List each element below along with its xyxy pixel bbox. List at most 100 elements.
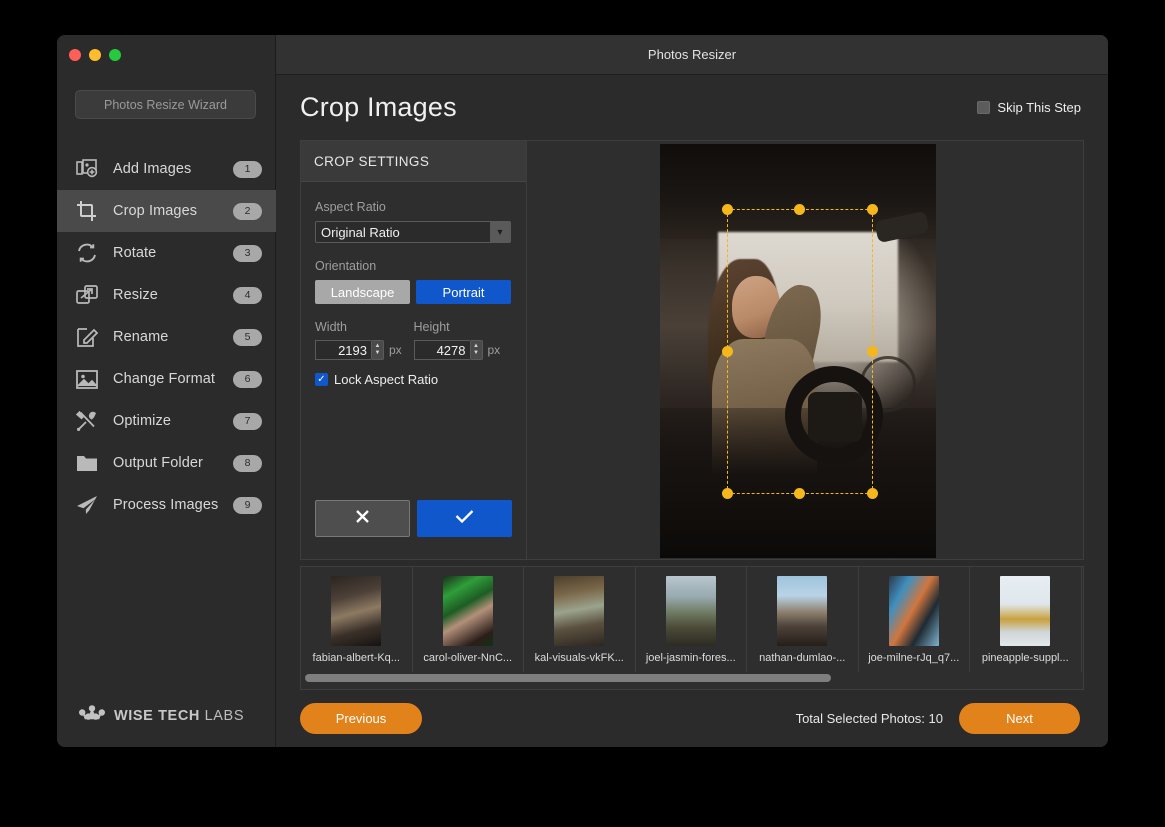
content-row: CROP SETTINGS Aspect Ratio Original Rati… — [300, 140, 1084, 560]
sidebar-item-label: Rotate — [113, 245, 233, 261]
orientation-portrait-button[interactable]: Portrait — [416, 280, 511, 304]
orientation-toggle-group: Landscape Portrait — [315, 280, 512, 304]
lock-aspect-ratio-control[interactable]: ✓ Lock Aspect Ratio — [315, 372, 512, 387]
thumbnail-strip: fabian-albert-Kq... carol-oliver-NnC... … — [300, 566, 1084, 690]
stepper-up-icon[interactable]: ▲ — [375, 344, 381, 349]
total-selected-photos-label: Total Selected Photos: 10 — [796, 711, 943, 726]
thumbnail-image — [443, 576, 493, 646]
check-icon — [455, 509, 474, 529]
thumbnail-image — [777, 576, 827, 646]
width-group: 2193 ▲▼ px — [315, 340, 414, 360]
height-label: Height — [414, 320, 513, 334]
page-title: Crop Images — [300, 92, 457, 123]
crop-settings-panel: CROP SETTINGS Aspect Ratio Original Rati… — [301, 141, 527, 559]
window-titlebar: Photos Resizer — [276, 35, 1108, 75]
thumbnail-item[interactable]: joe-milne-rJq_q7... — [859, 567, 971, 672]
rotate-icon — [72, 240, 102, 266]
sidebar-item-output-folder[interactable]: Output Folder 8 — [57, 442, 276, 484]
resize-icon — [72, 282, 102, 308]
previous-button[interactable]: Previous — [300, 703, 422, 734]
crop-icon — [72, 198, 102, 224]
thumbnail-image — [889, 576, 939, 646]
sidebar-item-badge: 9 — [233, 497, 262, 514]
thumbnail-filename: joe-milne-rJq_q7... — [868, 652, 959, 664]
thumbnail-image — [666, 576, 716, 646]
skip-this-step-label: Skip This Step — [997, 100, 1081, 115]
thumbnail-filename: carol-oliver-NnC... — [423, 652, 512, 664]
skip-this-step-checkbox[interactable] — [977, 101, 990, 114]
lock-aspect-ratio-label: Lock Aspect Ratio — [334, 372, 438, 387]
crop-settings-body: Aspect Ratio Original Ratio ▼ Orientatio… — [301, 182, 526, 387]
sidebar-item-crop-images[interactable]: Crop Images 2 — [57, 190, 276, 232]
crop-action-buttons — [301, 500, 526, 559]
cancel-crop-button[interactable] — [315, 500, 410, 537]
height-group: 4278 ▲▼ px — [414, 340, 513, 360]
image-preview-pane[interactable] — [527, 141, 1083, 559]
apply-crop-button[interactable] — [417, 500, 512, 537]
chevron-down-icon[interactable]: ▼ — [490, 222, 510, 242]
sidebar-nav: Add Images 1 Crop Images 2 — [57, 148, 276, 526]
dimension-inputs: 2193 ▲▼ px 4278 ▲▼ px — [315, 340, 512, 360]
lock-aspect-ratio-checkbox[interactable]: ✓ — [315, 373, 328, 386]
thumbnail-item[interactable]: fabian-albert-Kq... — [301, 567, 413, 672]
minimize-window-button[interactable] — [89, 49, 101, 61]
maximize-window-button[interactable] — [109, 49, 121, 61]
width-input[interactable]: 2193 — [315, 340, 371, 360]
sidebar-item-badge: 7 — [233, 413, 262, 430]
brand-text: WISE TECH LABS — [114, 708, 244, 724]
stepper-up-icon[interactable]: ▲ — [473, 344, 479, 349]
height-input[interactable]: 4278 — [414, 340, 470, 360]
width-stepper[interactable]: ▲▼ — [371, 340, 384, 360]
main-panel: Photos Resizer Crop Images Skip This Ste… — [276, 35, 1108, 747]
height-unit: px — [488, 343, 501, 357]
brand-logo: WISE TECH LABS — [79, 704, 244, 727]
next-button[interactable]: Next — [959, 703, 1080, 734]
sidebar-item-resize[interactable]: Resize 4 — [57, 274, 276, 316]
sidebar-item-badge: 5 — [233, 329, 262, 346]
window-controls — [69, 49, 121, 61]
sidebar-item-add-images[interactable]: Add Images 1 — [57, 148, 276, 190]
photos-resize-wizard-button[interactable]: Photos Resize Wizard — [75, 90, 256, 119]
sidebar-item-change-format[interactable]: Change Format 6 — [57, 358, 276, 400]
thumbnail-filename: joel-jasmin-fores... — [646, 652, 736, 664]
sidebar-item-label: Optimize — [113, 413, 233, 429]
sidebar-item-label: Process Images — [113, 497, 233, 513]
skip-this-step-control[interactable]: Skip This Step — [977, 100, 1081, 115]
thumbnail-item[interactable]: pineapple-suppl... — [970, 567, 1082, 672]
preview-image — [660, 144, 936, 558]
thumbnail-item[interactable]: joel-jasmin-fores... — [636, 567, 748, 672]
wizard-button-label: Photos Resize Wizard — [104, 98, 227, 112]
thumbnail-item[interactable]: nathan-dumlao-... — [747, 567, 859, 672]
crop-settings-title: CROP SETTINGS — [301, 141, 526, 182]
stepper-down-icon[interactable]: ▼ — [473, 351, 479, 356]
rename-icon — [72, 324, 102, 350]
height-stepper[interactable]: ▲▼ — [470, 340, 483, 360]
sidebar-item-optimize[interactable]: Optimize 7 — [57, 400, 276, 442]
orientation-landscape-button[interactable]: Landscape — [315, 280, 410, 304]
page-header: Crop Images Skip This Step — [276, 75, 1108, 140]
thumbnail-image — [554, 576, 604, 646]
thumbnail-filename: pineapple-suppl... — [982, 652, 1069, 664]
sidebar-item-label: Resize — [113, 287, 233, 303]
orientation-label: Orientation — [315, 259, 512, 273]
wise-tech-labs-logo — [79, 704, 105, 727]
stepper-down-icon[interactable]: ▼ — [375, 351, 381, 356]
thumbnail-image — [1000, 576, 1050, 646]
aspect-ratio-select[interactable]: Original Ratio ▼ — [315, 221, 511, 243]
thumbnail-scrollbar-track[interactable] — [301, 672, 1083, 684]
app-title: Photos Resizer — [648, 47, 736, 62]
sidebar-item-rotate[interactable]: Rotate 3 — [57, 232, 276, 274]
sidebar-item-badge: 8 — [233, 455, 262, 472]
thumbnail-item[interactable]: carol-oliver-NnC... — [413, 567, 525, 672]
sidebar-item-label: Rename — [113, 329, 233, 345]
aspect-ratio-label: Aspect Ratio — [315, 200, 512, 214]
width-unit: px — [389, 343, 402, 357]
thumbnail-scrollbar-thumb[interactable] — [305, 674, 831, 682]
close-window-button[interactable] — [69, 49, 81, 61]
sidebar-item-badge: 1 — [233, 161, 262, 178]
sidebar-item-rename[interactable]: Rename 5 — [57, 316, 276, 358]
sidebar-item-badge: 3 — [233, 245, 262, 262]
sidebar-item-process-images[interactable]: Process Images 9 — [57, 484, 276, 526]
thumbnail-item[interactable]: kal-visuals-vkFK... — [524, 567, 636, 672]
thumbnail-filename: fabian-albert-Kq... — [313, 652, 400, 664]
